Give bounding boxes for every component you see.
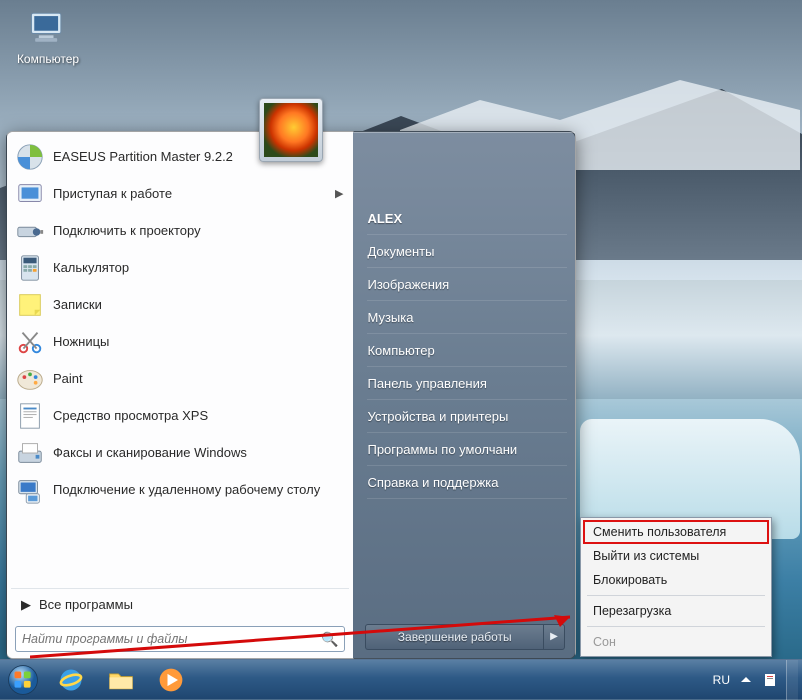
program-item-remote-desktop[interactable]: Подключение к удаленному рабочему столу xyxy=(11,471,349,508)
all-programs-label: Все программы xyxy=(39,597,133,612)
program-item-calculator[interactable]: Калькулятор xyxy=(11,249,349,286)
partition-icon xyxy=(15,142,45,172)
search-icon: 🔍 xyxy=(321,631,338,648)
taskbar: RU xyxy=(0,659,802,699)
program-item-snipping-tool[interactable]: Ножницы xyxy=(11,323,349,360)
fax-scan-icon xyxy=(15,438,45,468)
desktop-icon-label: Компьютер xyxy=(10,52,86,66)
program-item-fax-scan[interactable]: Факсы и сканирование Windows xyxy=(11,434,349,471)
shutdown-submenu: Сменить пользователя Выйти из системы Бл… xyxy=(580,517,772,657)
right-item-user[interactable]: ALEX xyxy=(367,202,567,235)
start-button[interactable] xyxy=(0,660,46,700)
desktop-icon-computer[interactable]: Компьютер xyxy=(10,6,86,66)
right-item-pictures[interactable]: Изображения xyxy=(367,268,567,301)
sticky-notes-icon xyxy=(15,290,45,320)
chevron-right-icon: ▶ xyxy=(21,597,31,613)
program-item-label: Средство просмотра XPS xyxy=(53,408,208,423)
shutdown-menu-switch-user[interactable]: Сменить пользователя xyxy=(583,520,769,544)
start-menu: EASEUS Partition Master 9.2.2 Приступая к… xyxy=(6,131,576,659)
program-item-getting-started[interactable]: Приступая к работе ▶ xyxy=(11,175,349,212)
program-item-label: EASEUS Partition Master 9.2.2 xyxy=(53,149,233,164)
program-item-label: Калькулятор xyxy=(53,260,129,275)
media-player-icon xyxy=(157,666,185,694)
right-item-documents[interactable]: Документы xyxy=(367,235,567,268)
program-item-label: Подключение к удаленному рабочему столу xyxy=(53,482,320,497)
xps-viewer-icon xyxy=(15,401,45,431)
shutdown-options-arrow[interactable]: ▶ xyxy=(543,624,565,650)
program-item-paint[interactable]: Paint xyxy=(11,360,349,397)
shutdown-row: Завершение работы ▶ xyxy=(365,624,565,650)
user-picture xyxy=(264,103,318,157)
folder-icon xyxy=(107,666,135,694)
snipping-tool-icon xyxy=(15,327,45,357)
shutdown-menu-restart[interactable]: Перезагрузка xyxy=(583,599,769,623)
user-picture-frame[interactable] xyxy=(259,98,323,162)
start-menu-left-pane: EASEUS Partition Master 9.2.2 Приступая к… xyxy=(7,132,353,658)
program-item-sticky-notes[interactable]: Записки xyxy=(11,286,349,323)
search-input[interactable] xyxy=(22,632,321,646)
projector-icon xyxy=(15,216,45,246)
submenu-arrow-icon: ▶ xyxy=(335,187,343,200)
start-menu-right-pane: ALEX Документы Изображения Музыка Компью… xyxy=(353,132,575,658)
right-item-controlpanel[interactable]: Панель управления xyxy=(367,367,567,400)
program-item-label: Приступая к работе xyxy=(53,186,172,201)
shutdown-menu-lock[interactable]: Блокировать xyxy=(583,568,769,592)
program-item-label: Факсы и сканирование Windows xyxy=(53,445,247,460)
shutdown-menu-log-off[interactable]: Выйти из системы xyxy=(583,544,769,568)
system-tray: RU xyxy=(713,660,802,700)
program-item-xps-viewer[interactable]: Средство просмотра XPS xyxy=(11,397,349,434)
search-box[interactable]: 🔍 xyxy=(15,626,345,652)
right-item-defaults[interactable]: Программы по умолчани xyxy=(367,433,567,466)
program-list: EASEUS Partition Master 9.2.2 Приступая к… xyxy=(11,138,349,584)
remote-desktop-icon xyxy=(15,475,45,505)
show-desktop-button[interactable] xyxy=(786,660,798,700)
right-item-help[interactable]: Справка и поддержка xyxy=(367,466,567,499)
all-programs-button[interactable]: ▶ Все программы xyxy=(11,588,349,620)
language-indicator[interactable]: RU xyxy=(713,673,730,687)
shutdown-menu-sleep: Сон xyxy=(583,630,769,654)
program-item-label: Подключить к проектору xyxy=(53,223,201,238)
shutdown-button[interactable]: Завершение работы xyxy=(365,624,543,650)
action-center-icon[interactable] xyxy=(762,672,778,688)
menu-separator xyxy=(587,626,765,627)
tray-chevron-icon[interactable] xyxy=(738,672,754,688)
taskbar-pin-ie[interactable] xyxy=(47,662,95,698)
getting-started-icon xyxy=(15,179,45,209)
right-item-devices[interactable]: Устройства и принтеры xyxy=(367,400,567,433)
taskbar-pin-explorer[interactable] xyxy=(97,662,145,698)
right-item-computer[interactable]: Компьютер xyxy=(367,334,567,367)
paint-icon xyxy=(15,364,45,394)
program-item-label: Ножницы xyxy=(53,334,109,349)
program-item-label: Paint xyxy=(53,371,83,386)
program-item-label: Записки xyxy=(53,297,102,312)
computer-icon xyxy=(26,6,70,50)
menu-separator xyxy=(587,595,765,596)
right-item-music[interactable]: Музыка xyxy=(367,301,567,334)
program-item-projector[interactable]: Подключить к проектору xyxy=(11,212,349,249)
calculator-icon xyxy=(15,253,45,283)
ie-icon xyxy=(57,666,85,694)
taskbar-pin-wmp[interactable] xyxy=(147,662,195,698)
